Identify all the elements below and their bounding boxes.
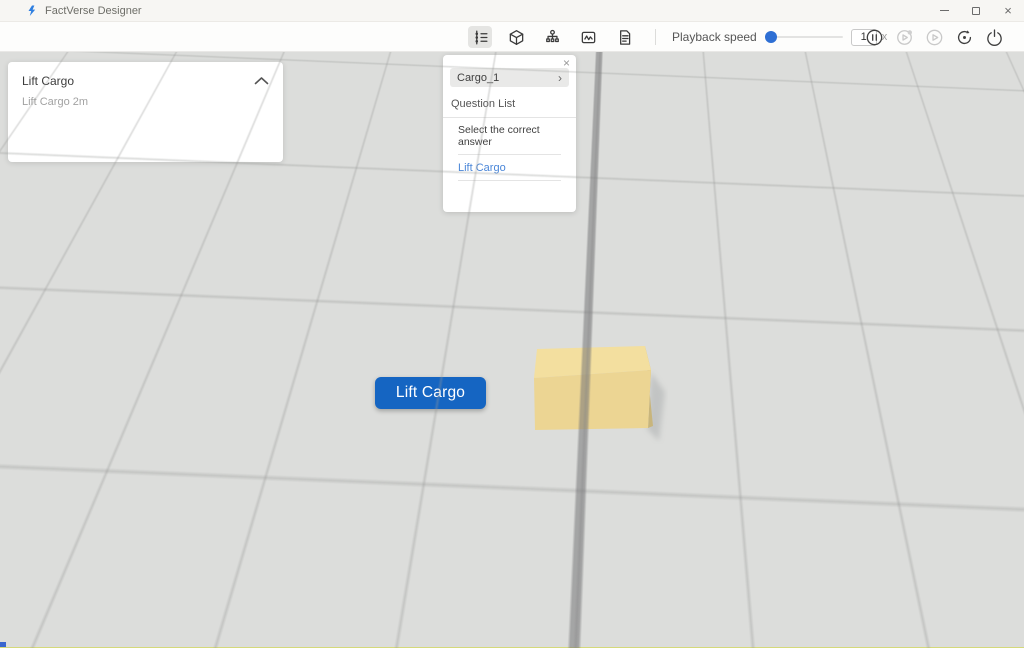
toolbar-tools-group [468, 22, 636, 52]
slider-thumb[interactable] [765, 31, 777, 43]
cargo-box-front-face [534, 370, 651, 430]
playback-speed-group: Playback speed x [672, 22, 887, 52]
playback-speed-label: Playback speed [672, 30, 757, 44]
close-button[interactable]: × [992, 0, 1024, 21]
lift-cargo-scene-button[interactable]: Lift Cargo [375, 377, 486, 409]
document-tool-button[interactable] [612, 26, 636, 48]
pause-icon [865, 28, 884, 47]
hierarchy-icon [544, 29, 561, 46]
minimize-button[interactable] [928, 0, 960, 21]
play-button[interactable] [924, 27, 945, 48]
window-controls: × [928, 0, 1024, 21]
restart-button[interactable] [954, 27, 975, 48]
task-steps-panel: Lift Cargo Lift Cargo 2m [8, 62, 283, 162]
power-button[interactable] [984, 27, 1005, 48]
power-icon [985, 28, 1004, 47]
restart-icon [955, 28, 974, 47]
divider [458, 180, 561, 181]
model-cube-tool-button[interactable] [504, 26, 528, 48]
divider [458, 154, 561, 155]
factverse-logo-icon [26, 5, 37, 17]
media-waveform-icon [580, 29, 597, 46]
titlebar: FactVerse Designer × [0, 0, 1024, 22]
toolbar: Playback speed x [0, 22, 1024, 52]
question-panel-close-button[interactable]: × [561, 55, 572, 71]
pause-button[interactable] [864, 27, 885, 48]
3d-viewport[interactable]: Lift Cargo Lift Cargo Lift Cargo 2m × Ca… [0, 52, 1024, 648]
task-step-item[interactable]: Lift Cargo 2m [22, 96, 269, 108]
app-title: FactVerse Designer [45, 5, 142, 17]
play-badge-icon [895, 28, 914, 47]
viewport-corner-marker [0, 642, 6, 647]
question-list-title: Question List [451, 98, 576, 110]
question-text: Select the correct answer [458, 124, 576, 148]
answer-option-lift-cargo[interactable]: Lift Cargo [458, 162, 576, 174]
playback-speed-slider[interactable] [765, 30, 843, 44]
media-tool-button[interactable] [576, 26, 600, 48]
maximize-icon [972, 7, 980, 15]
question-panel: × Cargo_1 › Question List Select the cor… [443, 55, 576, 212]
cargo-box-3d-object[interactable] [528, 340, 668, 444]
play-settings-button[interactable] [894, 27, 915, 48]
chevron-up-icon[interactable] [254, 77, 269, 85]
sequence-tool-button[interactable] [468, 26, 492, 48]
document-icon [616, 29, 633, 46]
sequence-icon [472, 29, 489, 46]
cube-icon [508, 29, 525, 46]
cargo-selector[interactable]: Cargo_1 › [450, 68, 569, 87]
divider [443, 117, 576, 118]
task-steps-title: Lift Cargo [22, 74, 74, 88]
hierarchy-tool-button[interactable] [540, 26, 564, 48]
app-window: FactVerse Designer × [0, 0, 1024, 648]
cargo-selector-label: Cargo_1 [457, 72, 499, 84]
minimize-icon [940, 10, 949, 11]
chevron-right-icon: › [558, 72, 562, 84]
playback-controls-group [864, 22, 1005, 52]
toolbar-divider [655, 29, 656, 45]
play-icon [925, 28, 944, 47]
task-steps-header[interactable]: Lift Cargo [22, 74, 269, 88]
maximize-button[interactable] [960, 0, 992, 21]
